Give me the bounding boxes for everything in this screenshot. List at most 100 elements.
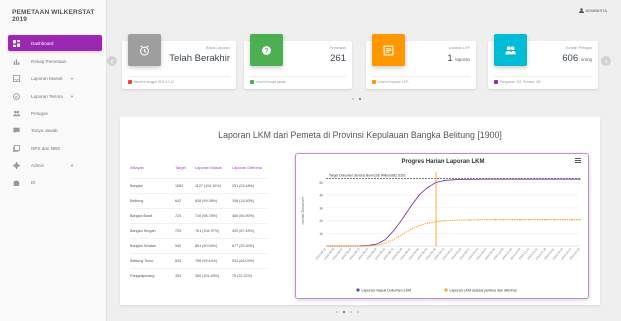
carousel-dot-active[interactable] xyxy=(343,311,345,313)
carousel-prev-button[interactable]: ‹ xyxy=(107,56,117,66)
table-row: Belitung 642 638 (99.38%) 158 (16.50%) xyxy=(130,192,268,208)
table-cell: Belitung Timur xyxy=(130,252,175,268)
sidebar-item-laporan-masuk[interactable]: Laporan Masuk ▼ xyxy=(8,70,102,87)
sidebar-item-nps-nbs[interactable]: NPS dan NBS xyxy=(8,139,102,156)
chart-card: Progres Harian Laporan LKM 5k 4k 3k 2k 1k Juml… xyxy=(295,153,589,299)
table-cell: 761 (104.97%) xyxy=(195,222,232,238)
data-point xyxy=(443,179,446,182)
user-label: ADMINISTA xyxy=(585,8,607,13)
group-icon xyxy=(494,34,527,66)
card-footer[interactable]: Berakhir tanggal 2019-10-12 xyxy=(128,80,174,84)
data-point xyxy=(418,225,420,227)
table-cell: 638 (99.38%) xyxy=(195,192,232,208)
table-cell: 940 xyxy=(175,237,195,253)
table-cell: 642 xyxy=(175,192,195,208)
stat-card-pemetaan: ? Pemetaan 261 Lihat full tanya jawab... xyxy=(244,34,352,89)
data-point xyxy=(477,219,479,221)
carousel-indicator-top xyxy=(352,98,361,100)
carousel-dot[interactable] xyxy=(336,311,338,313)
carousel-dot[interactable] xyxy=(357,311,359,313)
sidebar-item-petugas[interactable]: Petugas xyxy=(8,105,102,122)
data-point xyxy=(570,219,573,221)
data-point xyxy=(494,219,496,221)
data-point xyxy=(477,178,479,180)
sidebar-item-label: Tanya Jawab xyxy=(31,128,58,134)
people-icon xyxy=(12,110,21,117)
data-point xyxy=(427,222,429,224)
data-point xyxy=(494,178,496,180)
legend-label: Laporan masuk Dokumen LKM xyxy=(362,288,412,292)
card-caption: Laporan LKP xyxy=(448,46,470,50)
person-icon xyxy=(578,8,584,13)
table-cell: 851 (90.54%) xyxy=(195,237,232,253)
sidebar-item-label: Admin xyxy=(31,162,45,168)
table-row: Bangka 1082 1127 (104.16%) 251 (24.48%) xyxy=(130,177,268,193)
table-cell: 1127 (104.16%) xyxy=(195,177,232,193)
data-point xyxy=(427,186,429,189)
data-point xyxy=(452,179,454,181)
carousel-next-button[interactable]: › xyxy=(601,56,611,66)
data-point xyxy=(528,219,530,221)
carousel-dot-active[interactable] xyxy=(359,98,361,100)
data-point xyxy=(520,219,522,221)
legend-marker xyxy=(444,288,448,292)
doc-icon xyxy=(372,80,376,84)
table-cell: 490 (67.49%) xyxy=(232,222,268,238)
table-cell: 1082 xyxy=(175,177,195,193)
table-cell: Bangka Selatan xyxy=(130,237,175,253)
carousel-dot[interactable] xyxy=(350,311,352,313)
sidebar-nav: Dashboard Rekap Pemetaan Laporan Masuk ▼… xyxy=(8,35,102,191)
stat-card-laporan-lkp: Laporan LKP 1 laporan Lihat full laporan… xyxy=(366,34,476,89)
data-point xyxy=(460,178,463,181)
sidebar-item-dashboard[interactable]: Dashboard xyxy=(8,35,102,51)
menu-icon[interactable] xyxy=(575,158,581,163)
table-row: Bangka Barat 725 716 (98.76%) 485 (66.90%) xyxy=(130,207,268,223)
table-cell: Pangkalpinang xyxy=(130,267,175,283)
legend-label: Laporan LKM selesai periksa dan diterima xyxy=(450,288,517,292)
library-icon xyxy=(12,144,21,152)
carousel-dot[interactable] xyxy=(352,98,354,100)
sidebar-item-dl[interactable]: Dl xyxy=(8,174,102,191)
data-point xyxy=(486,178,488,180)
series-line-1 xyxy=(326,178,580,247)
chart-title: Progres Harian Laporan LKM xyxy=(401,159,484,165)
sidebar-item-tanya-jawab[interactable]: Tanya Jawab xyxy=(8,122,102,139)
sidebar-item-label: Rekap Pemetaan xyxy=(31,59,67,65)
data-point xyxy=(554,219,556,221)
table-row: Belitung Timur 834 796 (95.44%) 534 (64.03%… xyxy=(130,252,268,268)
data-point xyxy=(469,219,471,221)
sidebar-item-admin[interactable]: Admin ▼ xyxy=(8,157,102,174)
clock-icon xyxy=(128,34,161,66)
data-point xyxy=(579,178,581,180)
data-point xyxy=(562,219,564,221)
sidebar-item-label: Petugas xyxy=(31,111,48,117)
sidebar-item-label: Dashboard xyxy=(31,40,54,46)
stat-card-batas-laporan: Batas Laporan Telah Berakhir Berakhir ta… xyxy=(122,34,236,89)
data-point xyxy=(528,178,530,180)
data-point xyxy=(410,228,412,231)
data-point xyxy=(486,219,488,221)
sidebar-item-rekap-pemetaan[interactable]: Rekap Pemetaan xyxy=(8,53,102,70)
card-value: 606 orang xyxy=(562,53,592,64)
data-point xyxy=(537,219,539,221)
card-caption: Batas Laporan xyxy=(206,46,230,50)
table-row: Bangka Selatan 940 851 (90.54%) 877 (93.30%… xyxy=(130,237,268,253)
user-menu[interactable]: ADMINISTA xyxy=(578,8,607,13)
card-footer[interactable]: Lihat full laporan LKP... xyxy=(372,80,410,84)
table-cell: 79 (22.32%) xyxy=(232,267,268,283)
data-point xyxy=(443,220,446,222)
y-tick-label: 2k xyxy=(319,219,323,223)
y-tick-label: 5k xyxy=(319,181,323,185)
data-point xyxy=(562,178,564,180)
card-footer[interactable]: Pengawas: 115, Pemeta: 491 xyxy=(494,80,541,84)
data-point xyxy=(452,219,454,221)
y-tick-label: 3k xyxy=(319,206,323,210)
sidebar-item-laporan-terima[interactable]: Laporan Terima ▼ xyxy=(8,88,102,105)
table-cell: 877 (93.30%) xyxy=(232,237,268,253)
stat-card-jumlah-petugas: Jumlah Petugas 606 orang Pengawas: 115, … xyxy=(488,34,598,89)
card-value: Telah Berakhir xyxy=(169,53,230,64)
y-axis-label: Jumlah Dokumen xyxy=(301,197,305,225)
card-footer[interactable]: Lihat full tanya jawab... xyxy=(250,80,288,84)
chevron-down-icon: ▼ xyxy=(70,162,74,168)
y-tick-label: 4k xyxy=(319,194,323,198)
